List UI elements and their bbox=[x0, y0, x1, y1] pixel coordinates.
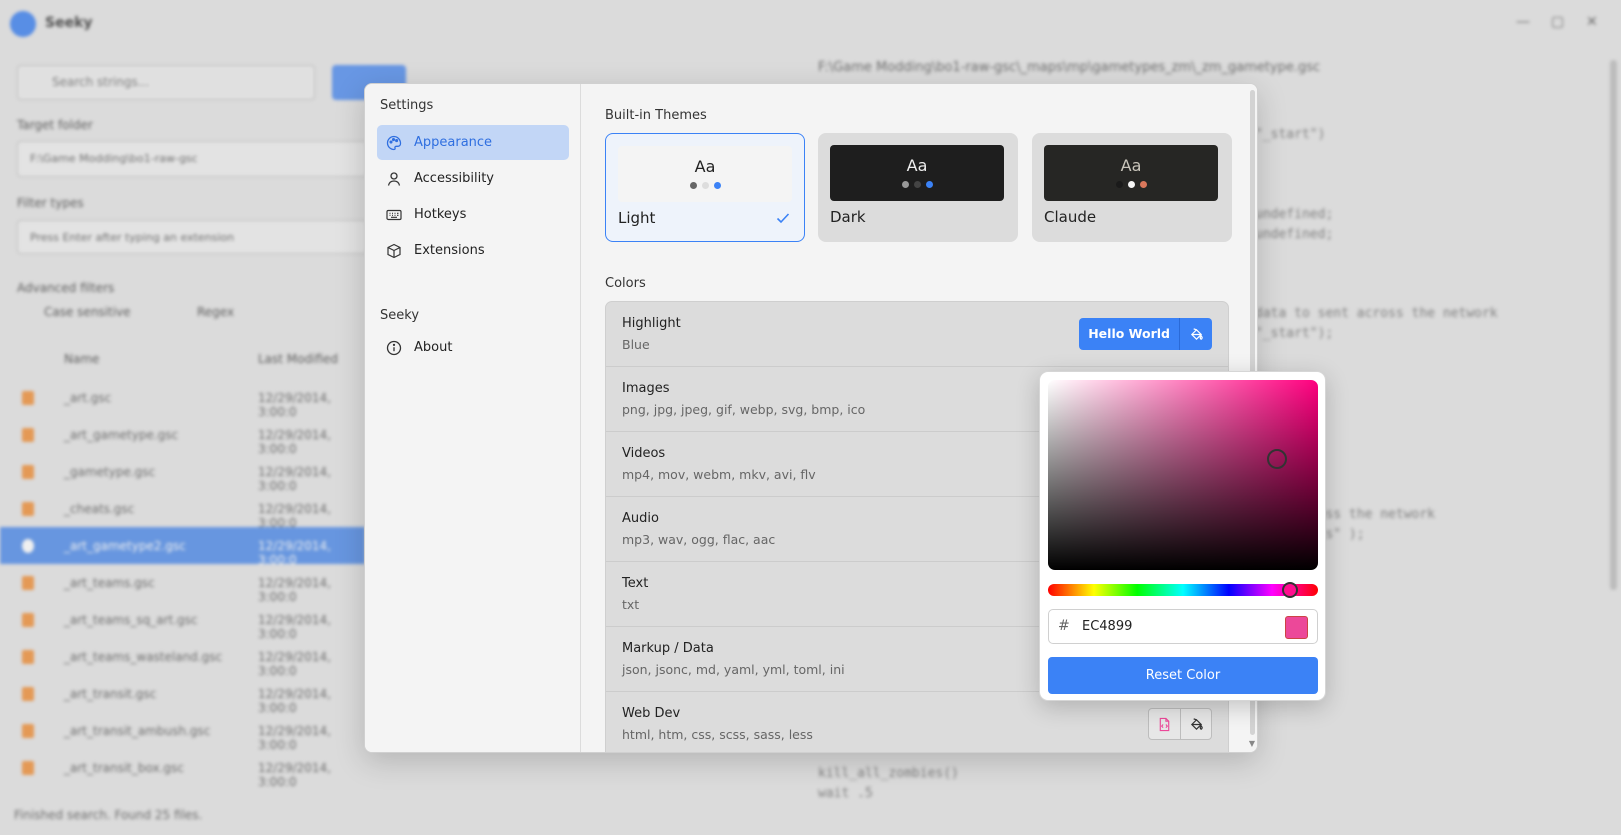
checkmark-icon bbox=[776, 213, 790, 224]
hue-handle[interactable] bbox=[1282, 582, 1298, 598]
sidebar-item-label: Extensions bbox=[414, 243, 485, 258]
theme-preview: Aa bbox=[1044, 145, 1218, 201]
sidebar-item-about[interactable]: About bbox=[377, 330, 569, 365]
saturation-handle[interactable] bbox=[1267, 449, 1287, 469]
keyboard-icon bbox=[386, 207, 402, 223]
color-row-highlight: Highlight Blue Hello World bbox=[606, 302, 1228, 367]
paint-bucket-icon[interactable] bbox=[1180, 709, 1211, 739]
theme-name: Claude bbox=[1044, 208, 1097, 226]
theme-preview: Aa bbox=[830, 145, 1004, 201]
theme-name: Dark bbox=[830, 208, 866, 226]
highlight-color-button[interactable]: Hello World bbox=[1079, 318, 1212, 350]
sidebar-item-extensions[interactable]: Extensions bbox=[377, 233, 569, 268]
theme-card-light[interactable]: Aa Light bbox=[605, 133, 805, 242]
sidebar-item-label: Hotkeys bbox=[414, 207, 467, 222]
sidebar-item-label: Appearance bbox=[414, 135, 493, 150]
webdev-color-buttons bbox=[1148, 708, 1212, 740]
palette-icon bbox=[386, 135, 402, 151]
sidebar-item-label: About bbox=[414, 340, 453, 355]
hex-color-input[interactable]: # EC4899 bbox=[1048, 609, 1318, 644]
theme-name: Light bbox=[618, 209, 656, 227]
color-row-webdev: Web Dev html, htm, css, scss, sass, less bbox=[606, 692, 1228, 752]
code-file-icon[interactable] bbox=[1149, 709, 1180, 739]
info-icon bbox=[386, 340, 402, 356]
paint-bucket-icon[interactable] bbox=[1179, 318, 1212, 350]
sidebar-item-accessibility[interactable]: Accessibility bbox=[377, 161, 569, 196]
scroll-down-icon[interactable]: ▼ bbox=[1249, 739, 1255, 748]
themes-heading: Built-in Themes bbox=[605, 108, 707, 123]
app-section-heading: Seeky bbox=[380, 308, 420, 323]
hue-slider[interactable] bbox=[1048, 584, 1318, 596]
sidebar-item-hotkeys[interactable]: Hotkeys bbox=[377, 197, 569, 232]
hex-value: EC4899 bbox=[1082, 619, 1133, 634]
colors-heading: Colors bbox=[605, 276, 646, 291]
theme-card-dark[interactable]: Aa Dark bbox=[818, 133, 1018, 242]
sidebar-item-label: Accessibility bbox=[414, 171, 494, 186]
saturation-value-area[interactable] bbox=[1048, 380, 1318, 570]
sidebar-item-appearance[interactable]: Appearance bbox=[377, 125, 569, 160]
hash-icon: # bbox=[1058, 618, 1070, 634]
color-picker-popover: # EC4899 Reset Color bbox=[1039, 371, 1326, 701]
settings-title: Settings bbox=[380, 98, 434, 113]
theme-card-claude[interactable]: Aa Claude bbox=[1032, 133, 1232, 242]
settings-sidebar: Settings Appearance Accessibility Hotkey… bbox=[365, 84, 581, 752]
package-icon bbox=[386, 243, 402, 259]
color-swatch bbox=[1285, 616, 1308, 639]
reset-color-button[interactable]: Reset Color bbox=[1048, 657, 1318, 694]
theme-preview: Aa bbox=[618, 146, 792, 202]
person-icon bbox=[386, 171, 402, 187]
